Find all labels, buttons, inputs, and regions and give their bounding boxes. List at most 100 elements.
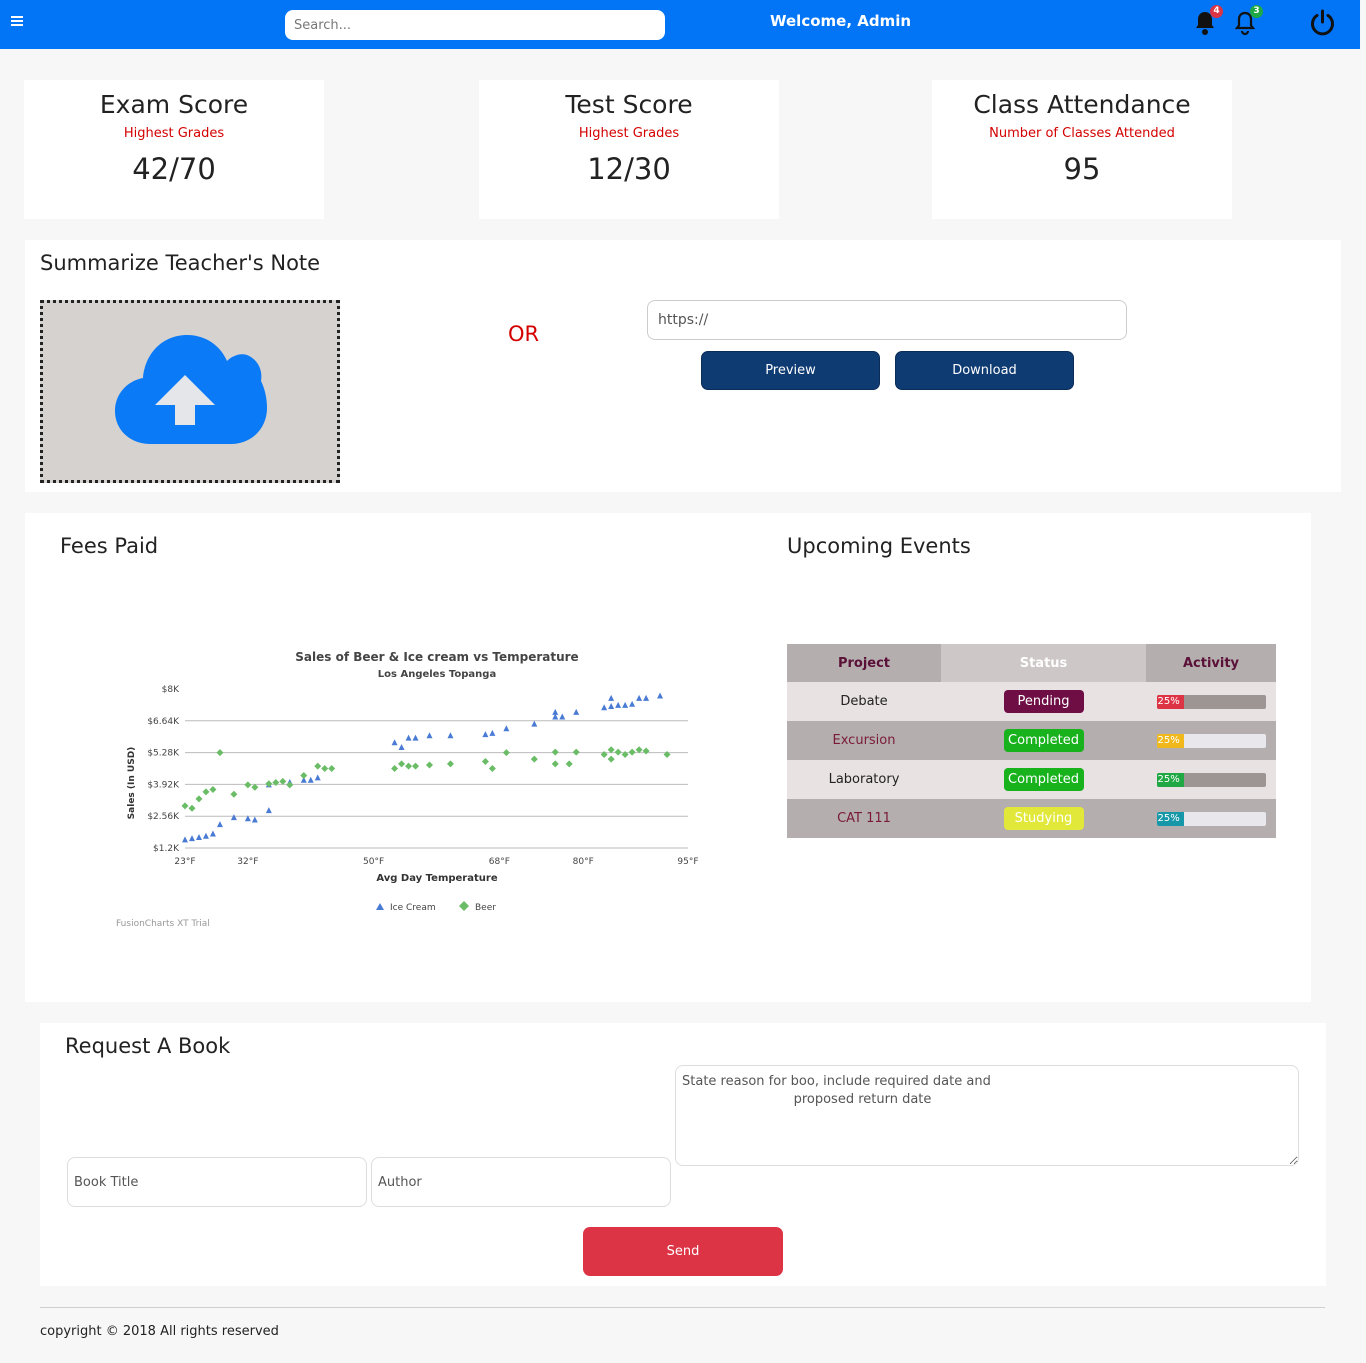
card-title: Exam Score bbox=[99, 90, 249, 119]
chart-watermark: FusionCharts XT Trial bbox=[116, 919, 210, 929]
fees-scatter-chart: Sales of Beer & Ice cream vs Temperature… bbox=[116, 650, 699, 929]
power-icon[interactable] bbox=[1309, 9, 1336, 36]
x-tick-label: 50°F bbox=[363, 857, 384, 867]
alert-count-badge: 3 bbox=[1250, 5, 1263, 18]
url-input[interactable] bbox=[647, 300, 1127, 340]
beer-point bbox=[530, 755, 538, 763]
beer-point bbox=[209, 786, 217, 794]
chart-ylabel: Sales (In USD) bbox=[127, 747, 137, 820]
event-row: Excursion Completed 25% bbox=[787, 721, 1276, 760]
beer-point bbox=[565, 760, 573, 768]
fees-title: Fees Paid bbox=[60, 534, 159, 558]
author-input[interactable] bbox=[371, 1157, 671, 1207]
beer-point bbox=[488, 765, 496, 772]
y-tick-label: $6.64K bbox=[147, 717, 180, 727]
status-badge: Completed bbox=[1003, 768, 1084, 791]
ice-cream-point bbox=[314, 774, 321, 781]
events-table: Project Status Activity Debate Pending 25%… bbox=[787, 644, 1276, 838]
event-project: Laboratory bbox=[787, 760, 941, 799]
y-tick-label: $8K bbox=[162, 685, 180, 695]
event-row: CAT 111 Studying 25% bbox=[787, 799, 1276, 838]
ice-cream-point bbox=[657, 692, 664, 699]
progress-fill: 25% bbox=[1156, 733, 1184, 748]
beer-point bbox=[272, 779, 280, 787]
progress-bar: 25% bbox=[1156, 811, 1266, 826]
notification-count-badge: 4 bbox=[1210, 5, 1223, 18]
download-button[interactable]: Download bbox=[895, 351, 1074, 390]
beer-point bbox=[300, 772, 308, 780]
beer-point bbox=[426, 761, 434, 769]
beer-point bbox=[607, 755, 615, 763]
legend-beer-marker bbox=[459, 901, 469, 911]
ice-cream-point bbox=[426, 732, 433, 739]
x-tick-label: 23°F bbox=[174, 857, 195, 867]
ice-cream-point bbox=[482, 731, 489, 738]
ice-cream-point bbox=[182, 836, 188, 843]
progress-fill: 25% bbox=[1156, 811, 1184, 826]
top-navbar: Welcome, Admin 4 3 bbox=[0, 0, 1360, 49]
progress-bar: 25% bbox=[1156, 772, 1266, 787]
status-badge: Pending bbox=[1003, 690, 1084, 713]
notification-bell-icon[interactable]: 4 bbox=[1193, 5, 1223, 38]
progress-fill: 25% bbox=[1156, 694, 1184, 709]
chart-xlabel: Avg Day Temperature bbox=[376, 873, 497, 884]
col-status: Status bbox=[941, 644, 1146, 682]
cloud-upload-icon bbox=[115, 335, 267, 444]
ice-cream-point bbox=[489, 729, 496, 736]
ice-cream-point bbox=[531, 720, 538, 727]
ice-cream-point bbox=[559, 713, 566, 720]
card-subtitle: Highest Grades bbox=[123, 126, 225, 141]
beer-point bbox=[286, 781, 294, 789]
progress-bar: 25% bbox=[1156, 694, 1266, 709]
request-book-panel: Request A Book Send bbox=[40, 1023, 1326, 1286]
col-project: Project bbox=[787, 644, 941, 682]
test-score-card: Test Score Highest Grades 12/30 bbox=[479, 80, 779, 219]
reason-textarea[interactable] bbox=[675, 1065, 1299, 1166]
preview-button[interactable]: Preview bbox=[701, 351, 880, 390]
event-project: Debate bbox=[787, 682, 941, 721]
legend-ice-cream-marker bbox=[376, 903, 384, 910]
beer-point bbox=[628, 748, 636, 756]
beer-point bbox=[502, 749, 510, 757]
beer-point bbox=[412, 762, 420, 770]
beer-point bbox=[398, 760, 406, 768]
beer-point bbox=[446, 760, 454, 768]
ice-cream-point bbox=[601, 704, 608, 711]
event-status-cell: Studying bbox=[941, 799, 1146, 838]
alert-bell-icon[interactable]: 3 bbox=[1233, 5, 1263, 38]
events-title: Upcoming Events bbox=[787, 534, 971, 558]
summarize-panel: Summarize Teacher's Note OR Preview Down… bbox=[25, 240, 1341, 492]
event-activity-cell: 25% bbox=[1146, 682, 1276, 721]
progress-bar: 25% bbox=[1156, 733, 1266, 748]
ice-cream-point bbox=[209, 830, 216, 837]
event-activity-cell: 25% bbox=[1146, 760, 1276, 799]
event-project: CAT 111 bbox=[787, 799, 941, 838]
panel-title: Summarize Teacher's Note bbox=[40, 251, 321, 275]
beer-point bbox=[572, 748, 580, 756]
ice-cream-point bbox=[195, 833, 202, 840]
send-button[interactable]: Send bbox=[583, 1227, 783, 1276]
ice-cream-point bbox=[636, 694, 643, 701]
ice-cream-point bbox=[391, 739, 398, 746]
welcome-text: Welcome, Admin bbox=[770, 12, 912, 30]
y-tick-label: $3.92K bbox=[147, 780, 180, 790]
ice-cream-point bbox=[398, 743, 405, 750]
search-input[interactable] bbox=[285, 10, 665, 40]
upload-dropzone[interactable] bbox=[40, 300, 340, 483]
beer-point bbox=[265, 780, 273, 788]
beer-point bbox=[230, 790, 238, 798]
beer-point bbox=[614, 748, 622, 756]
book-title-input[interactable] bbox=[67, 1157, 367, 1207]
ice-cream-point bbox=[265, 807, 272, 814]
beer-point bbox=[551, 748, 559, 756]
menu-icon[interactable] bbox=[11, 16, 23, 28]
event-activity-cell: 25% bbox=[1146, 799, 1276, 838]
ice-cream-point bbox=[412, 734, 419, 741]
ice-cream-point bbox=[615, 701, 622, 708]
y-tick-label: $1.2K bbox=[153, 844, 180, 854]
legend-beer: Beer bbox=[475, 903, 496, 913]
request-title: Request A Book bbox=[65, 1034, 231, 1058]
beer-point bbox=[481, 757, 489, 765]
ice-cream-point bbox=[251, 816, 258, 823]
ice-cream-point bbox=[573, 708, 580, 715]
